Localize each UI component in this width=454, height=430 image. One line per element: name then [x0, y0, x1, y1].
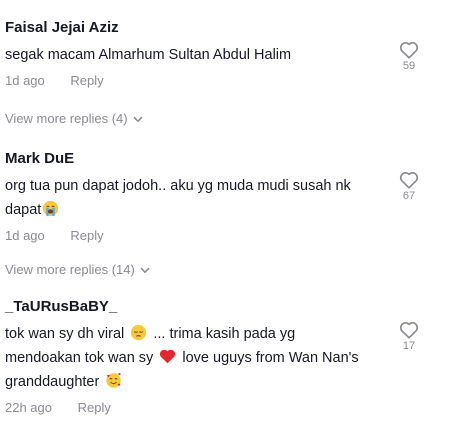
comment-meta: 1d ago Reply — [5, 228, 454, 243]
red-heart-emoji-icon — [160, 349, 176, 364]
crying-face-emoji-icon — [43, 200, 59, 217]
comment-username[interactable]: Mark DuE — [5, 150, 454, 167]
view-more-replies-label: View more replies (14) — [5, 262, 135, 277]
pensive-face-emoji-icon — [131, 324, 147, 341]
chevron-down-icon — [133, 116, 143, 123]
view-more-replies-button[interactable]: View more replies (14) — [5, 262, 150, 277]
comment-meta: 22h ago Reply — [5, 400, 454, 415]
comment-text: tok wan sy dh viral ... trima kasih pada… — [5, 322, 400, 394]
comment-text-line: ... trima kasih pada yg — [153, 326, 296, 342]
like-count: 17 — [402, 340, 416, 352]
comment-timestamp: 1d ago — [5, 228, 45, 243]
comment-text-line: granddaughter — [5, 374, 100, 390]
comment-text-line: tok wan sy dh viral — [5, 326, 125, 342]
comment-item: _TaURusBaBY_ tok wan sy dh viral ... tri… — [5, 298, 454, 415]
like-button[interactable]: 17 — [396, 321, 422, 352]
comment-item: Faisal Jejai Aziz segak macam Almarhum S… — [5, 19, 454, 88]
heart-outline-icon — [399, 42, 419, 59]
reply-button[interactable]: Reply — [78, 400, 111, 415]
heart-outline-icon — [399, 172, 419, 189]
reply-button[interactable]: Reply — [70, 73, 103, 88]
heart-outline-icon — [399, 322, 419, 339]
like-button[interactable]: 59 — [396, 41, 422, 72]
comment-timestamp: 1d ago — [5, 73, 45, 88]
chevron-down-icon — [140, 267, 150, 274]
view-more-replies-button[interactable]: View more replies (4) — [5, 111, 143, 126]
comment-username[interactable]: _TaURusBaBY_ — [5, 298, 454, 315]
comment-text-line: dapat — [5, 202, 42, 218]
smiling-face-with-hearts-emoji-icon — [106, 373, 122, 388]
comment-text-line: org tua pun dapat jodoh.. aku yg muda mu… — [5, 178, 351, 194]
comment-item: Mark DuE org tua pun dapat jodoh.. aku y… — [5, 150, 454, 243]
comment-text: org tua pun dapat jodoh.. aku yg muda mu… — [5, 174, 400, 222]
view-more-replies-label: View more replies (4) — [5, 111, 128, 126]
comment-text-line: love uguys from Wan Nan's — [182, 350, 359, 366]
like-button[interactable]: 67 — [396, 171, 422, 202]
comment-timestamp: 22h ago — [5, 400, 52, 415]
like-count: 59 — [402, 60, 416, 72]
comment-meta: 1d ago Reply — [5, 73, 454, 88]
comment-text: segak macam Almarhum Sultan Abdul Halim — [5, 47, 292, 63]
like-count: 67 — [402, 190, 416, 202]
comment-text-line: mendoakan tok wan sy — [5, 350, 154, 366]
comment-username[interactable]: Faisal Jejai Aziz — [5, 19, 454, 36]
reply-button[interactable]: Reply — [70, 228, 103, 243]
